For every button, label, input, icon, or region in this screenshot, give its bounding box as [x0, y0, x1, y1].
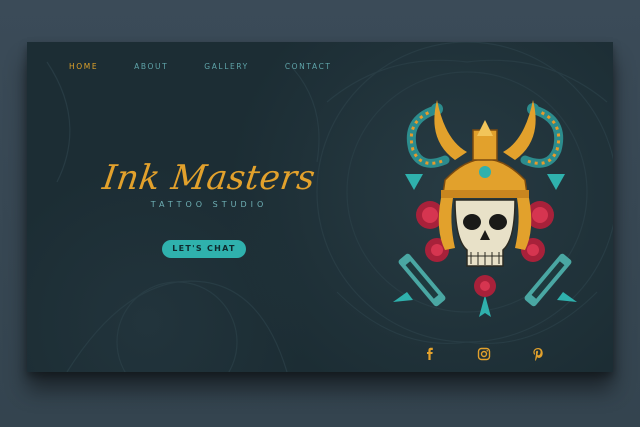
social-links [423, 347, 585, 361]
nav-about-link[interactable]: ABOUT [134, 62, 168, 71]
nav-contact-link[interactable]: CONTACT [285, 62, 332, 71]
brand-block: Ink Masters TATTOO STUDIO [99, 158, 319, 209]
brand-subtitle: TATTOO STUDIO [150, 200, 268, 209]
brand-title: Ink Masters [100, 158, 318, 198]
main-nav: HOME ABOUT GALLERY CONTACT [69, 62, 368, 71]
nav-gallery-link[interactable]: GALLERY [204, 62, 249, 71]
facebook-icon[interactable] [423, 347, 437, 361]
nav-home-link[interactable]: HOME [69, 62, 98, 71]
dagger-icon [479, 295, 491, 317]
diamond-left-icon [405, 174, 423, 190]
samurai-skull-icon [393, 100, 577, 317]
landing-page: HOME ABOUT GALLERY CONTACT Ink Masters T… [27, 42, 613, 372]
instagram-icon[interactable] [477, 347, 491, 361]
mockup-backdrop: HOME ABOUT GALLERY CONTACT Ink Masters T… [0, 0, 640, 427]
lets-chat-button[interactable]: LET'S CHAT [162, 240, 246, 258]
pinterest-icon[interactable] [531, 347, 545, 361]
skull-icon [454, 199, 516, 267]
diamond-right-icon [547, 174, 565, 190]
